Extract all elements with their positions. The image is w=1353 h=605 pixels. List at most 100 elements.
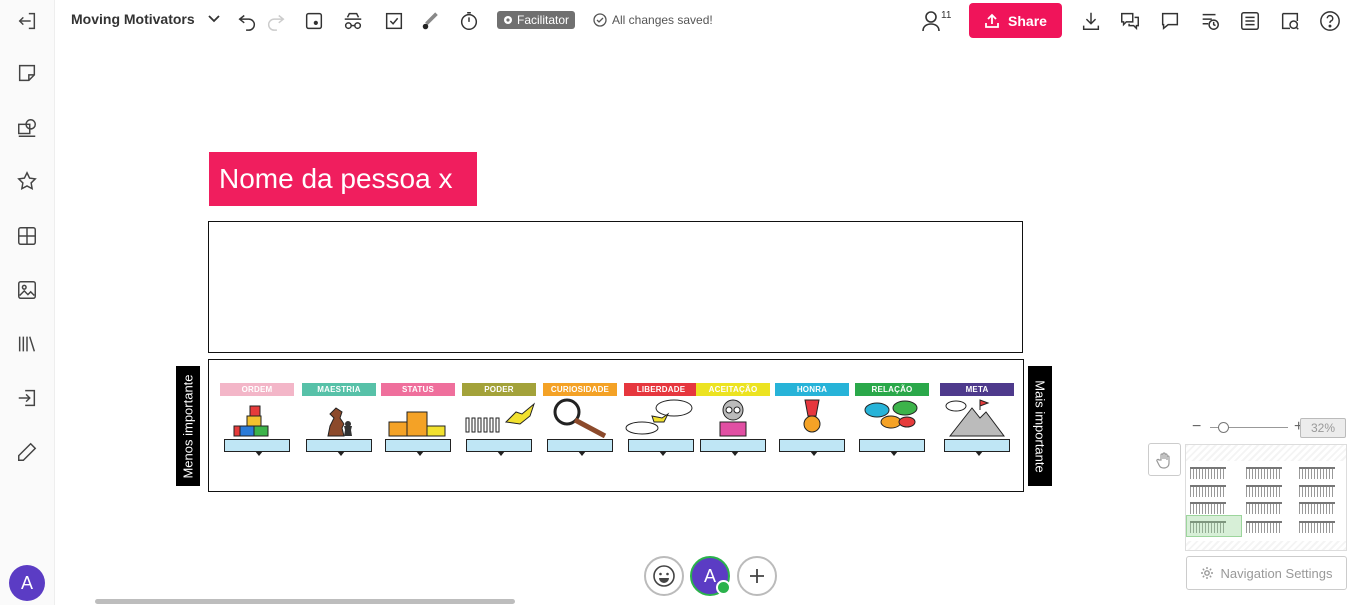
user-avatar[interactable]: A [9,565,45,601]
motivator-card-maestria[interactable]: MAESTRIA [302,383,376,457]
smiley-icon [653,565,675,587]
motivator-card-status[interactable]: STATUS [381,383,455,457]
facilitator-star-icon [716,580,731,595]
star-icon[interactable] [12,166,42,196]
card-description [547,439,613,456]
magnifying-glass-icon [553,398,607,439]
grid-frame-icon[interactable] [12,221,42,251]
comment-icon[interactable] [1158,9,1182,33]
zoom-slider-handle[interactable] [1218,422,1229,433]
import-icon[interactable] [12,383,42,413]
upload-icon [985,13,999,28]
navigation-settings-button[interactable]: Navigation Settings [1186,556,1347,590]
facilitator-icon [504,16,512,24]
check-circle-icon [593,13,607,27]
redo-icon[interactable] [264,9,288,33]
chat-icon[interactable] [1118,9,1142,33]
gear-icon [1201,567,1214,579]
motivator-card-curiosidade[interactable]: CURIOSIDADE [543,383,617,457]
motivator-card-aceitacao[interactable]: ACEITAÇÃO [696,383,770,457]
card-description [224,439,290,456]
outline-icon[interactable] [1238,9,1262,33]
exit-board-icon[interactable] [12,6,42,36]
minimap-frame [1246,521,1282,533]
motivator-card-ordem[interactable]: ORDEM [220,383,294,457]
share-label: Share [1008,12,1047,29]
zoom-out-button[interactable]: − [1192,418,1201,436]
building-blocks-icon [233,405,269,437]
minimap-frame [1299,521,1335,533]
grandma-icon [719,399,747,437]
sticky-note-icon[interactable] [12,58,42,88]
card-description [628,439,694,456]
chevron-down-icon[interactable] [207,12,221,26]
frame-icon[interactable] [302,9,326,33]
private-mode-icon[interactable] [341,9,365,33]
motivator-card-poder[interactable]: PODER [462,383,536,457]
download-icon[interactable] [1079,9,1103,33]
card-description [700,439,766,456]
left-toolbar: A [0,0,55,605]
facilitator-label: Facilitator [517,13,570,27]
invite-plus-button[interactable] [737,556,777,596]
minimap-frame [1190,485,1226,497]
card-title: ACEITAÇÃO [696,383,770,396]
card-title: CURIOSIDADE [543,383,617,396]
card-title: STATUS [381,383,455,396]
most-important-label[interactable]: Mais importante [1028,366,1052,486]
card-title: HONRA [775,383,849,396]
image-icon[interactable] [12,275,42,305]
podium-icon [388,411,446,437]
share-button[interactable]: Share [969,3,1062,38]
facilitator-badge[interactable]: Facilitator [497,11,576,29]
card-title: MAESTRIA [302,383,376,396]
save-status-text: All changes saved! [612,13,713,27]
medal-icon [803,399,821,433]
bird-clouds-icon [625,399,693,435]
zoom-value[interactable]: 32% [1300,418,1346,438]
pen-icon[interactable] [12,437,42,467]
card-description [944,439,1010,456]
library-icon[interactable] [12,329,42,359]
name-sticky-note[interactable]: Nome da pessoa x [209,152,477,206]
board-title[interactable]: Moving Motivators [71,11,195,27]
card-title: META [940,383,1014,396]
shapes-icon[interactable] [12,113,42,143]
top-toolbar: Moving Motivators Facilitator All change… [55,0,1353,42]
user-count: 11 [941,10,952,21]
card-title: LIBERDADE [624,383,698,396]
laser-pointer-icon[interactable] [419,9,443,33]
card-title: RELAÇÃO [855,383,929,396]
motivator-card-honra[interactable]: HONRA [775,383,849,457]
motivator-card-meta[interactable]: META [940,383,1014,457]
navigation-settings-label: Navigation Settings [1220,565,1333,581]
horizontal-scrollbar[interactable] [95,599,515,604]
minimap-frame [1246,485,1282,497]
voting-icon[interactable] [382,9,406,33]
speech-bubbles-icon [864,400,918,429]
card-title: PODER [462,383,536,396]
pan-hand-button[interactable] [1148,443,1181,476]
search-icon[interactable] [1278,9,1302,33]
minimap-viewport[interactable] [1186,515,1242,537]
minimap-frame [1299,467,1335,479]
card-description [859,439,925,456]
online-users[interactable]: 11 [921,10,951,32]
motivator-card-relacao[interactable]: RELAÇÃO [855,383,929,457]
minimap[interactable] [1185,444,1347,551]
help-icon[interactable] [1318,9,1342,33]
hand-icon [1155,451,1170,469]
domino-hand-icon [465,402,536,433]
undo-icon[interactable] [235,9,259,33]
timer-icon[interactable] [457,9,481,33]
chess-pieces-icon [327,407,352,437]
minimap-frame [1190,502,1226,514]
minimap-frame [1299,502,1335,514]
reactions-button[interactable] [644,556,684,596]
save-status: All changes saved! [593,13,713,27]
motivator-card-liberdade[interactable]: LIBERDADE [624,383,698,457]
least-important-label[interactable]: Menos importante [176,366,200,486]
plus-icon [750,569,764,583]
drop-zone-frame[interactable] [208,221,1023,353]
activity-history-icon[interactable] [1198,9,1222,33]
